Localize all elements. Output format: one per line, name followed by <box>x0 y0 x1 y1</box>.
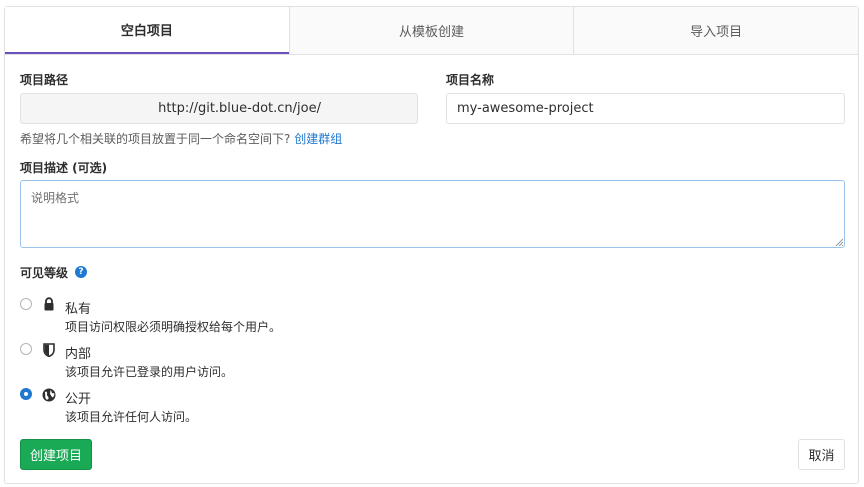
visibility-radio-public[interactable] <box>20 388 32 400</box>
cancel-button[interactable]: 取消 <box>798 439 845 470</box>
visibility-label: 可见等级 <box>20 266 69 280</box>
project-path-label: 项目路径 <box>20 73 69 87</box>
question-circle-icon[interactable]: ? <box>75 266 87 278</box>
tab-from-template[interactable]: 从模板创建 <box>288 7 574 54</box>
visibility-title-private: 私有 <box>65 302 92 317</box>
visibility-radio-private[interactable] <box>20 298 32 310</box>
project-tabs: 空白项目 从模板创建 导入项目 <box>5 7 859 55</box>
visibility-desc-internal: 该项目允许已登录的用户访问。 <box>65 365 234 379</box>
visibility-title-public: 公开 <box>65 392 92 407</box>
namespace-help-text: 希望将几个相关联的项目放置于同一个命名空间下? <box>20 132 291 146</box>
visibility-title-internal: 内部 <box>65 347 92 362</box>
globe-icon <box>42 388 56 402</box>
create-group-link[interactable]: 创建群组 <box>294 132 342 146</box>
create-project-button[interactable]: 创建项目 <box>20 439 92 470</box>
namespace-help: 希望将几个相关联的项目放置于同一个命名空间下? 创建群组 <box>20 130 342 147</box>
resize-grip-icon[interactable] <box>835 238 843 246</box>
project-name-label: 项目名称 <box>446 73 495 87</box>
tab-import-project[interactable]: 导入项目 <box>573 7 859 54</box>
visibility-radio-internal[interactable] <box>20 343 32 355</box>
visibility-desc-private: 项目访问权限必须明确授权给每个用户。 <box>65 320 282 334</box>
project-name-input[interactable]: my-awesome-project <box>446 93 845 124</box>
shield-icon <box>43 343 55 357</box>
description-textarea[interactable] <box>20 180 845 248</box>
tab-blank-project[interactable]: 空白项目 <box>5 7 289 54</box>
visibility-desc-public: 该项目允许任何人访问。 <box>65 410 198 424</box>
lock-icon <box>44 297 54 311</box>
project-path-field: http://git.blue-dot.cn/joe/ <box>20 93 418 124</box>
description-label: 项目描述 (可选) <box>20 161 108 175</box>
new-project-panel: 空白项目 从模板创建 导入项目 项目路径 http://git.blue-dot… <box>4 6 859 484</box>
